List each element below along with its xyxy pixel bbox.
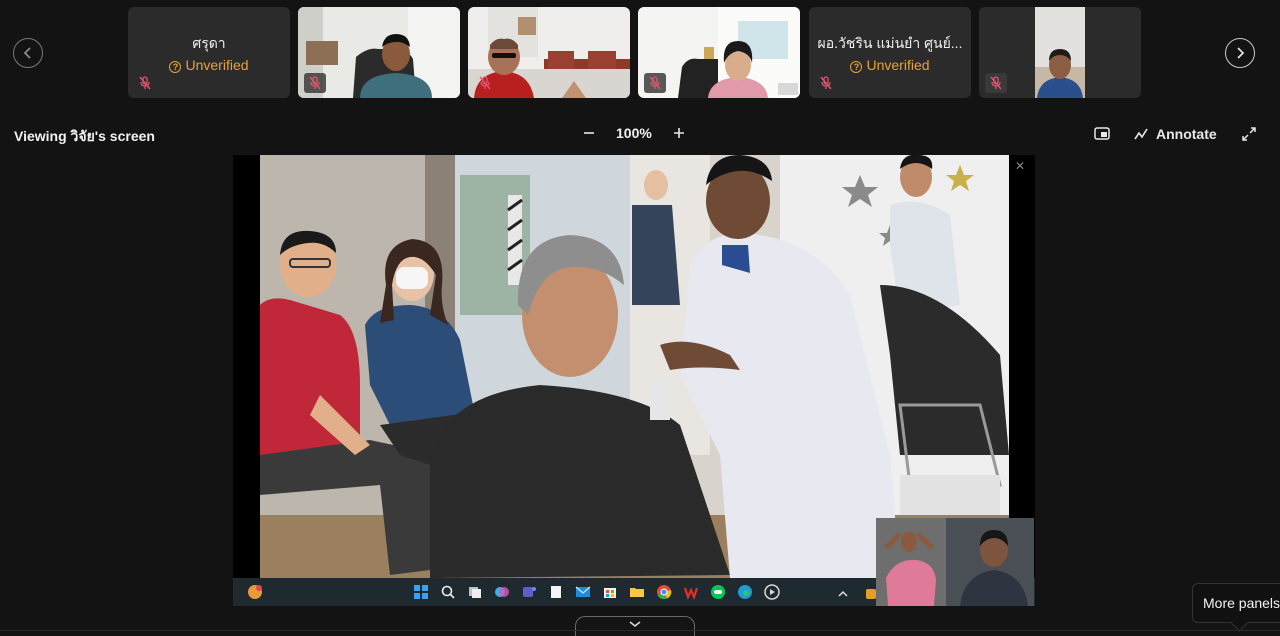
participant-tile[interactable]: ผอ.วัชริน แม่นยำ ศูนย์... ? Unverified	[809, 7, 971, 98]
presenter-video	[876, 518, 1034, 606]
viewing-screen-label: Viewing วิจัย's screen	[14, 128, 155, 144]
participant-tile[interactable]: ศรุดา ? Unverified	[128, 7, 290, 98]
more-panels-tooltip: More panels	[1192, 583, 1280, 623]
plus-icon	[673, 128, 684, 138]
presenter-video-pip[interactable]	[876, 518, 1034, 606]
expand-panel-button[interactable]	[575, 616, 695, 636]
participant-video-tile[interactable]	[638, 7, 800, 98]
close-icon[interactable]: ✕	[1013, 159, 1027, 173]
zoom-level: 100%	[616, 125, 652, 141]
chevron-down-icon	[629, 621, 641, 628]
minus-icon	[584, 132, 594, 134]
teams-icon[interactable]	[519, 582, 539, 602]
expand-icon	[1241, 127, 1256, 141]
participant-video-tile[interactable]	[298, 7, 460, 98]
zoom-controls: 100%	[580, 124, 688, 142]
microphone-muted-icon	[815, 73, 837, 93]
participant-video-tile[interactable]	[979, 7, 1141, 98]
task-view-icon[interactable]	[465, 582, 485, 602]
participant-name: ผอ.วัชริน แม่นยำ ศูนย์...	[817, 35, 963, 51]
question-icon: ?	[850, 61, 863, 73]
pop-out-window-icon	[1094, 127, 1110, 140]
mail-icon[interactable]	[573, 582, 593, 602]
notepad-icon[interactable]	[546, 582, 566, 602]
divider	[0, 630, 1280, 631]
zoom-out-button[interactable]	[580, 124, 598, 142]
zoom-in-button[interactable]	[670, 124, 688, 142]
unverified-badge: ? Unverified	[809, 57, 971, 73]
line-app-icon[interactable]	[708, 582, 728, 602]
edge-icon[interactable]	[735, 582, 755, 602]
share-tools: Annotate	[1092, 124, 1259, 144]
media-player-icon[interactable]	[762, 582, 782, 602]
meeting-window: ศรุดา ? Unverified ผอ.วัชริน แม่นยำ ศูนย…	[0, 0, 1280, 636]
search-icon[interactable]	[438, 582, 458, 602]
microphone-muted-icon	[304, 73, 326, 93]
taskbar-apps	[411, 582, 782, 602]
previous-participants-button[interactable]	[13, 38, 43, 68]
pop-out-button[interactable]	[1092, 124, 1112, 144]
chevron-up-icon[interactable]	[833, 584, 853, 604]
copilot-icon[interactable]	[492, 582, 512, 602]
microphone-muted-icon	[474, 73, 496, 93]
microphone-muted-icon	[134, 73, 156, 93]
unverified-badge: ? Unverified	[128, 57, 290, 73]
participant-name: ศรุดา	[192, 35, 226, 51]
pen-scribble-icon	[1134, 128, 1148, 140]
fullscreen-button[interactable]	[1239, 124, 1259, 144]
shared-screen[interactable]: ✕	[233, 155, 1035, 606]
participant-video-tile[interactable]	[468, 7, 630, 98]
next-participants-button[interactable]	[1225, 38, 1255, 68]
chevron-right-icon	[1237, 47, 1245, 59]
question-icon: ?	[169, 61, 182, 73]
store-icon[interactable]	[600, 582, 620, 602]
wps-office-icon[interactable]	[681, 582, 701, 602]
annotate-button[interactable]: Annotate	[1134, 126, 1217, 142]
file-explorer-icon[interactable]	[627, 582, 647, 602]
windows-start-icon[interactable]	[411, 582, 431, 602]
microphone-muted-icon	[644, 73, 666, 93]
chevron-left-icon	[23, 47, 31, 59]
chrome-icon[interactable]	[654, 582, 674, 602]
weather-widget-icon[interactable]	[245, 582, 265, 602]
microphone-muted-icon	[985, 73, 1007, 93]
shared-photo	[260, 155, 1009, 578]
barbershop-photo	[260, 155, 1009, 578]
